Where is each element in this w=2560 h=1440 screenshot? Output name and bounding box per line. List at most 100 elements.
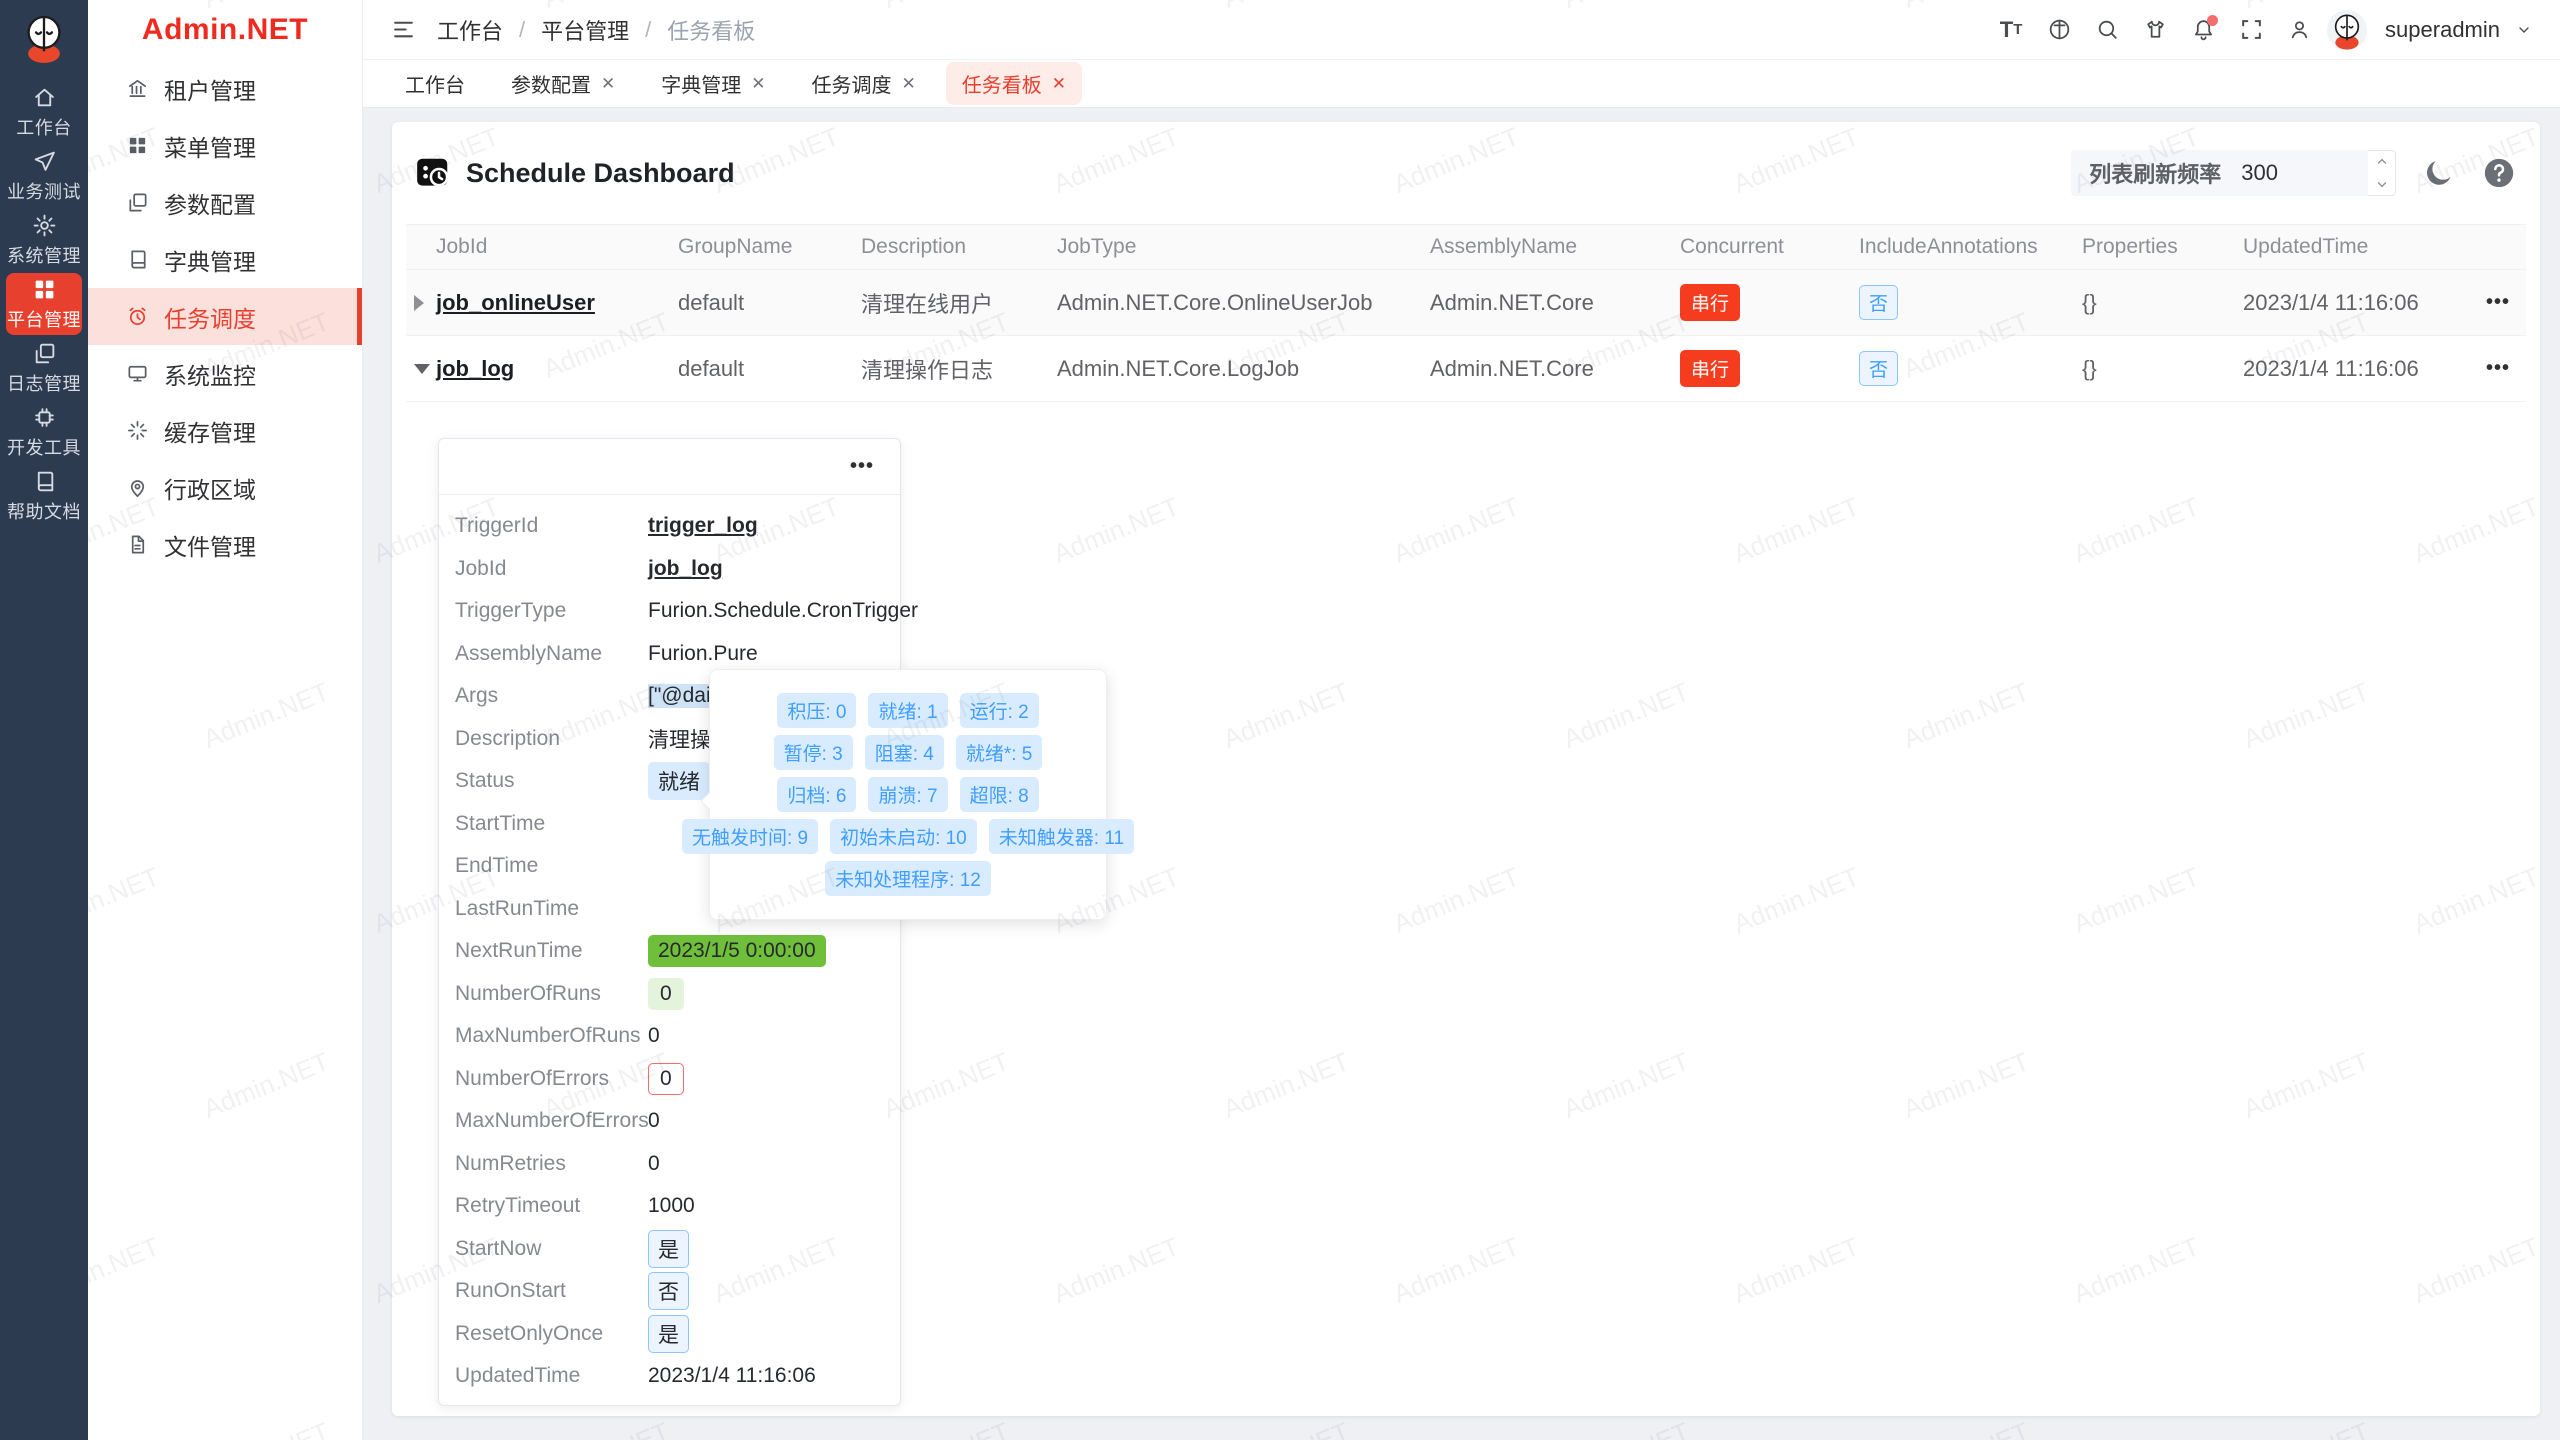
table-row: job_onlineUser default 清理在线用户 Admin.NET.… [406,270,2526,336]
collapse-icon[interactable] [414,364,430,374]
top-header: 工作台 / 平台管理 / 任务看板 TT [363,0,2560,60]
concurrent-badge: 串行 [1680,284,1740,321]
job-id-link[interactable]: job_log [436,356,678,382]
trigger-detail-panel: ••• TriggerIdtrigger_log JobIdjob_log Tr… [438,438,901,1406]
cpu-chip-icon [32,405,57,430]
rail-item-business-test[interactable]: 业务测试 [6,145,82,207]
rail-item-log-mgmt[interactable]: 日志管理 [6,337,82,399]
collapse-menu-icon[interactable] [383,10,423,50]
job-id-link[interactable]: job_onlineUser [436,290,678,316]
sidebar-item-file[interactable]: 文件管理 [88,516,362,573]
user-profile-icon[interactable] [2279,10,2319,50]
app-root: 工作台 业务测试 系统管理 平台管理 日志管理 开发工具 帮助文档 Admin.… [0,0,2560,1440]
breadcrumb-platform[interactable]: 平台管理 [541,14,629,46]
grid-icon [32,277,57,302]
sidebar-item-tenant[interactable]: 租户管理 [88,60,362,117]
tab-workbench[interactable]: 工作台 [389,62,481,105]
main-area: 工作台 / 平台管理 / 任务看板 TT [363,0,2560,1440]
header-actions: TT [1991,10,2536,50]
rail-item-dev-tools[interactable]: 开发工具 [6,401,82,463]
location-pin-icon [126,476,149,499]
menu-grid-icon [126,134,149,157]
close-icon[interactable]: ✕ [751,74,765,94]
brand-logo-text: Admin.NET [88,0,362,60]
close-icon[interactable]: ✕ [1052,74,1066,94]
tab-bar: 工作台 参数配置 ✕ 字典管理 ✕ 任务调度 ✕ 任务看板 ✕ [363,60,2560,108]
close-icon[interactable]: ✕ [601,74,615,94]
concurrent-badge: 串行 [1680,350,1740,387]
row-actions-more-icon[interactable]: ••• [2486,357,2536,380]
alarm-clock-icon [126,305,149,328]
table-header-row: JobId GroupName Description JobType Asse… [406,224,2526,270]
username[interactable]: superadmin [2385,17,2500,43]
job-id-link[interactable]: job_log [648,557,723,581]
dark-mode-moon-icon[interactable] [2422,156,2456,190]
language-icon[interactable] [2039,10,2079,50]
number-of-errors-badge: 0 [648,1063,684,1095]
rail-item-help-docs[interactable]: 帮助文档 [6,465,82,527]
number-of-runs-badge: 0 [648,978,684,1010]
stepper-up-icon[interactable] [2368,151,2395,173]
sidebar-item-schedule[interactable]: 任务调度 [88,288,362,345]
monitor-icon [126,362,149,385]
start-now-badge: 是 [648,1230,689,1268]
sidebar-item-menu[interactable]: 菜单管理 [88,117,362,174]
next-run-time-badge: 2023/1/5 0:00:00 [648,935,826,967]
sidebar-item-region[interactable]: 行政区域 [88,459,362,516]
status-badge[interactable]: 就绪 [648,762,710,800]
tab-schedule[interactable]: 任务调度 ✕ [796,62,932,105]
bank-icon [126,77,149,100]
tab-config[interactable]: 参数配置 ✕ [495,62,631,105]
breadcrumb: 工作台 / 平台管理 / 任务看板 [437,14,755,46]
copy-docs-icon [126,191,149,214]
table-row: job_log default 清理操作日志 Admin.NET.Core.Lo… [406,336,2526,402]
number-stepper [2368,150,2396,196]
gear-icon [32,213,57,238]
user-avatar[interactable] [2327,10,2367,50]
theme-shirt-icon[interactable] [2135,10,2175,50]
loading-spokes-icon [126,419,149,442]
rail-item-platform-mgmt[interactable]: 平台管理 [6,273,82,335]
rail-item-system-mgmt[interactable]: 系统管理 [6,209,82,271]
sidebar-item-dict[interactable]: 字典管理 [88,231,362,288]
reset-only-once-badge: 是 [648,1315,689,1353]
include-annotations-badge: 否 [1859,351,1898,386]
copy-docs-icon [32,341,57,366]
card-header: Schedule Dashboard 列表刷新频率 300 [392,122,2540,224]
sidebar: Admin.NET 租户管理 菜单管理 参数配置 字典管理 任务调度 系统监控 … [88,0,363,1440]
mascot-logo-icon[interactable] [16,10,72,66]
stepper-down-icon[interactable] [2368,173,2395,195]
rail-item-workbench[interactable]: 工作台 [6,81,82,143]
breadcrumb-workbench[interactable]: 工作台 [437,14,503,46]
panel-actions-more-icon[interactable]: ••• [850,455,874,478]
run-on-start-badge: 否 [648,1272,689,1310]
notification-bell-icon[interactable] [2183,10,2223,50]
sidebar-item-monitor[interactable]: 系统监控 [88,345,362,402]
breadcrumb-current: 任务看板 [667,14,755,46]
close-icon[interactable]: ✕ [902,74,916,94]
tab-dashboard[interactable]: 任务看板 ✕ [946,62,1082,105]
status-legend-tooltip: 积压: 0 就绪: 1 运行: 2 暂停: 3 阻塞: 4 就绪*: 5 归档:… [709,669,1107,920]
include-annotations-badge: 否 [1859,285,1898,320]
search-icon[interactable] [2087,10,2127,50]
home-icon [32,85,57,110]
refresh-rate-value: 300 [2241,160,2278,186]
expand-icon[interactable] [414,295,424,311]
fullscreen-icon[interactable] [2231,10,2271,50]
row-actions-more-icon[interactable]: ••• [2486,291,2536,314]
sidebar-item-cache[interactable]: 缓存管理 [88,402,362,459]
content-area: Schedule Dashboard 列表刷新频率 300 [363,108,2560,1440]
font-size-icon[interactable]: TT [1991,10,2031,50]
notebook-icon [32,469,57,494]
page-title: Schedule Dashboard [466,158,735,189]
refresh-control: 列表刷新频率 300 [2071,150,2516,196]
tab-dict[interactable]: 字典管理 ✕ [645,62,781,105]
jobs-table: JobId GroupName Description JobType Asse… [392,224,2540,402]
chevron-down-icon[interactable] [2512,10,2536,50]
dashboard-card: Schedule Dashboard 列表刷新频率 300 [392,122,2540,1416]
trigger-id-link[interactable]: trigger_log [648,514,758,538]
notification-badge-dot [2207,15,2218,26]
help-icon[interactable] [2482,156,2516,190]
sidebar-item-config[interactable]: 参数配置 [88,174,362,231]
refresh-rate-input[interactable]: 列表刷新频率 300 [2071,150,2368,196]
